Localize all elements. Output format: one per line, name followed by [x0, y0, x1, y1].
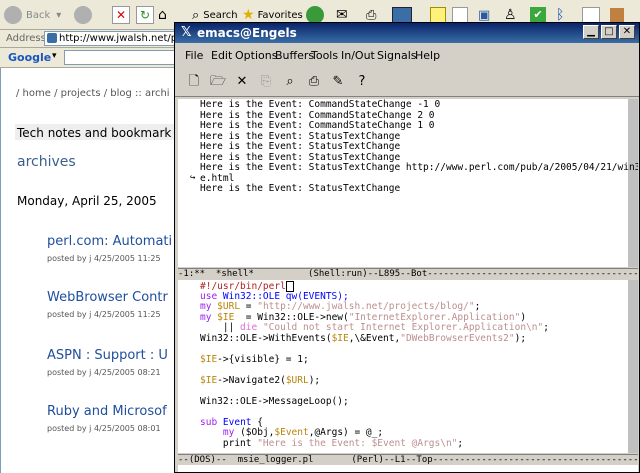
preferences-icon[interactable]: ✎	[329, 73, 347, 91]
scrollbar[interactable]	[628, 99, 638, 267]
stop-icon: ✕	[112, 6, 130, 24]
home-icon: ⌂	[158, 7, 167, 23]
post-title-link[interactable]: WebBrowser Contr	[47, 290, 168, 305]
search-icon: ⌕	[192, 7, 200, 23]
menu-edit[interactable]: Edit	[211, 49, 232, 62]
new-file-icon[interactable]: 🗋	[185, 73, 203, 91]
note-icon	[430, 7, 446, 23]
breadcrumb[interactable]: / home / projects / blog :: archi	[16, 88, 170, 99]
menu-signals[interactable]: Signals	[377, 49, 417, 62]
forward-button[interactable]	[74, 4, 92, 26]
google-toolbar: Google ▾	[0, 48, 178, 68]
window-icon	[582, 7, 600, 23]
bluetooth-icon: ᛒ	[556, 7, 565, 23]
emacs-window: 𝕏 emacs@Engels ▁ □ ✕ File Edit Options B…	[174, 22, 640, 473]
chevron-down-icon[interactable]: ▾	[52, 51, 57, 61]
menu-buffers[interactable]: Buffers	[275, 49, 314, 62]
google-search-input[interactable]	[64, 50, 178, 65]
post-title-link[interactable]: perl.com: Automati	[47, 234, 172, 249]
shell-buffer[interactable]: Here is the Event: CommandStateChange -1…	[178, 99, 638, 267]
check-icon: ✔	[530, 7, 546, 23]
menu-bar: File Edit Options Buffers Tools In/Out S…	[175, 43, 639, 67]
close-buffer-icon[interactable]: ✕	[233, 73, 251, 91]
close-icon: ✕	[622, 26, 632, 37]
web-page: / home / projects / blog :: archi Tech n…	[0, 68, 178, 473]
back-arrow-icon	[4, 6, 22, 24]
save-icon[interactable]: ⎘	[257, 73, 275, 91]
post-meta: posted by j 4/25/2005 08:01	[47, 424, 161, 433]
minimize-button[interactable]: ▁	[583, 25, 599, 39]
page-icon	[452, 7, 468, 23]
code-mode-line: --(DOS)-- msie_logger.pl (Perl)--L1--Top…	[178, 454, 638, 465]
close-button[interactable]: ✕	[619, 25, 635, 39]
page-icon	[47, 33, 57, 43]
window-title: emacs@Engels	[197, 26, 297, 40]
back-button[interactable]: Back ▾	[4, 4, 61, 26]
post-meta: posted by j 4/25/2005 08:21	[47, 368, 161, 377]
tool-bar: 🗋 🗁 ✕ ⎘ ⌕ ⎙ ✎ ?	[175, 67, 639, 97]
mail-icon: ✉	[336, 7, 348, 23]
shell-line: Here is the Event: StatusTextChange http…	[200, 162, 638, 173]
edit-icon	[392, 7, 412, 23]
post-date: Monday, April 25, 2005	[17, 194, 157, 208]
minibuffer[interactable]	[178, 465, 638, 472]
menu-options[interactable]: Options	[235, 49, 277, 62]
google-logo: Google	[8, 51, 52, 64]
post-meta: posted by j 4/25/2005 11:25	[47, 310, 161, 319]
shell-line: Here is the Event: CommandStateChange 1 …	[200, 120, 435, 131]
help-icon[interactable]: ?	[353, 73, 371, 91]
forward-arrow-icon	[74, 6, 92, 24]
stop-button[interactable]: ✕	[112, 4, 130, 26]
address-bar: Address http://www.jwalsh.net/projects	[0, 30, 178, 48]
address-input[interactable]: http://www.jwalsh.net/projects	[44, 31, 178, 46]
chevron-down-icon: ▾	[56, 9, 62, 21]
minimize-icon: ▁	[587, 26, 595, 37]
shell-line: Here is the Event: StatusTextChange	[200, 141, 401, 152]
refresh-icon: ↻	[136, 6, 154, 24]
menu-inout[interactable]: In/Out	[341, 49, 375, 62]
title-bar[interactable]: 𝕏 emacs@Engels ▁ □ ✕	[175, 23, 639, 43]
search-icon[interactable]: ⌕	[281, 73, 299, 91]
print-icon[interactable]: ⎙	[305, 73, 323, 91]
maximize-button[interactable]: □	[601, 25, 617, 39]
tool-icon	[610, 8, 624, 22]
shell-line: Here is the Event: StatusTextChange	[200, 183, 401, 194]
home-button[interactable]: ⌂	[158, 4, 167, 26]
scrollbar[interactable]	[628, 280, 638, 453]
shell-line: Here is the Event: CommandStateChange -1…	[200, 99, 441, 110]
open-folder-icon[interactable]: 🗁	[209, 73, 227, 91]
post-meta: posted by j 4/25/2005 11:25	[47, 254, 161, 263]
archives-link[interactable]: archives	[17, 154, 76, 170]
code-line: Win32::OLE->MessageLoop();	[200, 395, 349, 407]
star-icon: ★	[242, 7, 255, 23]
messenger-icon: ▣	[478, 7, 491, 23]
post-title-link[interactable]: Ruby and Microsof	[47, 404, 167, 419]
print-icon: ⎙	[366, 7, 377, 23]
code-buffer[interactable]: #!/usr/bin/perl use Win32::OLE qw(EVENTS…	[178, 280, 638, 453]
menu-help[interactable]: Help	[415, 49, 440, 62]
continuation-arrow-icon: ↪	[190, 173, 196, 183]
shell-mode-line: -1:** *shell* (Shell:run)--L895--Bot----…	[178, 268, 638, 279]
refresh-button[interactable]: ↻	[136, 4, 154, 26]
person-icon: ♙	[504, 7, 517, 23]
menu-file[interactable]: File	[185, 49, 203, 62]
x-logo-icon: 𝕏	[181, 25, 192, 40]
menu-tools[interactable]: Tools	[311, 49, 338, 62]
post-title-link[interactable]: ASPN : Support : U	[47, 348, 168, 363]
tagline: Tech notes and bookmark	[17, 126, 172, 140]
maximize-icon: □	[604, 26, 614, 37]
